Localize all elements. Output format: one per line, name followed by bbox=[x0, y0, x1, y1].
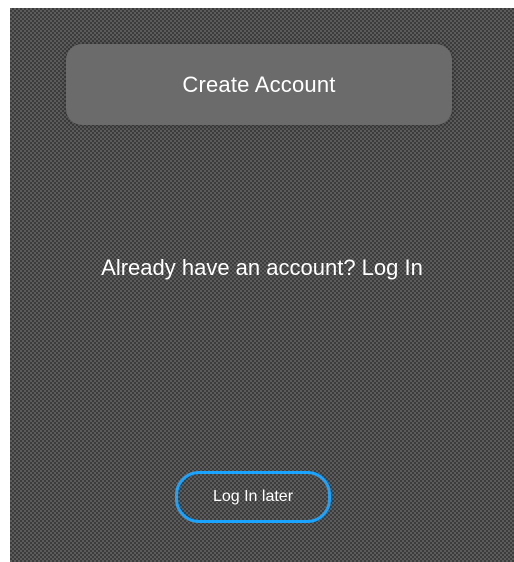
create-account-button[interactable]: Create Account bbox=[66, 44, 452, 125]
login-link[interactable]: Already have an account? Log In bbox=[10, 255, 514, 281]
screen-background: Create Account Already have an account? … bbox=[10, 8, 514, 562]
login-later-button[interactable]: Log In later bbox=[175, 471, 331, 523]
